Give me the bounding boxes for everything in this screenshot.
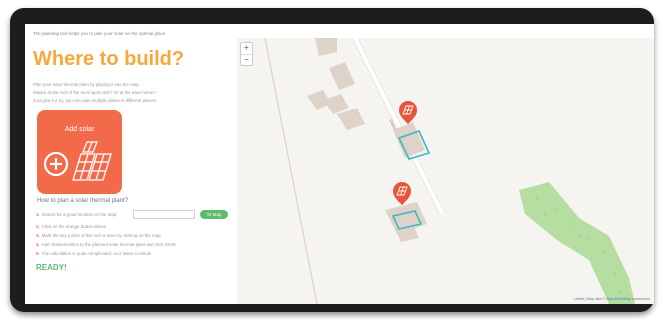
map-marker-icon[interactable]	[393, 182, 411, 205]
building	[315, 38, 337, 56]
step-item: 2. Click on the orange button above	[36, 224, 106, 229]
step-text: Search for a good location on the map:	[41, 212, 118, 217]
add-solar-button[interactable]: Add solar	[37, 110, 122, 194]
map-road	[264, 38, 318, 304]
add-solar-label: Add solar	[64, 126, 95, 133]
building	[337, 108, 365, 130]
map-attribution: Leaflet | Map data © OpenStreetMap contr…	[574, 297, 650, 301]
step-text: Click on the orange button above	[41, 224, 107, 229]
zoom-control: + −	[240, 42, 253, 66]
solar-panel-icon	[72, 141, 112, 181]
attribution-text: contributors	[630, 297, 650, 301]
step-number: 5.	[36, 251, 40, 256]
intro-line: Plan your solar thermal plant by placing…	[33, 82, 140, 87]
step-text: Mark the key points of the roof or area …	[41, 233, 161, 238]
tagline: The planning tool helps you to plan your…	[33, 31, 166, 36]
zoom-in-button[interactable]: +	[241, 43, 252, 55]
step-number: 4.	[36, 242, 40, 247]
howto-heading: How to plan a solar thermal plant?	[37, 198, 129, 204]
step-number: 1.	[36, 212, 40, 217]
add-solar-icon	[43, 141, 112, 181]
step-item: 1. Search for a good location on the map:	[36, 212, 117, 217]
map-marker-icon[interactable]	[399, 101, 417, 124]
intro-line: Just give it a try, you can plan multipl…	[33, 98, 157, 103]
osm-link[interactable]: OpenStreetMap	[606, 297, 631, 301]
zoom-out-button[interactable]: −	[241, 55, 252, 66]
leaflet-link[interactable]: Leaflet	[574, 297, 585, 301]
page-title: Where to build?	[33, 48, 185, 70]
left-panel: The planning tool helps you to plan your…	[25, 24, 237, 304]
step-text: Add characteristics to the planned solar…	[41, 242, 177, 247]
location-search-input[interactable]	[133, 210, 195, 219]
building	[329, 62, 355, 90]
map-park	[519, 182, 635, 304]
map-view[interactable]: Steinweg + − Leaflet | Map data © OpenSt…	[237, 38, 654, 304]
map-canvas[interactable]: Steinweg	[237, 38, 654, 304]
step-text: The calculation is quite complicated, so…	[41, 251, 152, 256]
attribution-text: | Map data ©	[584, 297, 607, 301]
app-screen: The planning tool helps you to plan your…	[25, 24, 654, 304]
step-number: 2.	[36, 224, 40, 229]
step-item: 3. Mark the key points of the roof or are…	[36, 233, 161, 238]
step-item: 4. Add characteristics to the planned sol…	[36, 242, 176, 247]
step-item: 5. The calculation is quite complicated, …	[36, 251, 151, 256]
intro-line: Maybe at the roof of the local sport clu…	[33, 90, 156, 95]
find-location-button[interactable]: To Map	[200, 210, 228, 219]
plus-circle-icon	[43, 151, 69, 177]
intro-text: Plan your solar thermal plant by placing…	[33, 81, 233, 105]
ready-label: READY!	[36, 263, 67, 272]
step-number: 3.	[36, 233, 40, 238]
